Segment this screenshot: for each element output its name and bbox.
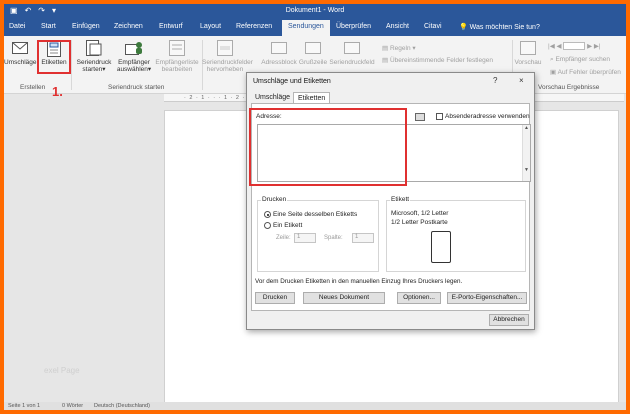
spalte-spinner[interactable]: 1 [352, 233, 374, 243]
page-count: Seite 1 von 1 [8, 403, 41, 409]
empfaenger-auswaehlen-button[interactable]: Empfänger auswählen▾ [114, 39, 154, 73]
zeile-spinner[interactable]: 1 [294, 233, 316, 243]
merge-field-icon [342, 39, 362, 57]
zeile-label: Zeile: [276, 235, 291, 241]
group-erstellen-label: Erstellen [20, 84, 46, 91]
tab-einfuegen[interactable]: Einfügen [72, 23, 100, 30]
tab-sendungen[interactable]: Sendungen [282, 20, 330, 36]
etikett-groupbox[interactable]: Etikett Microsoft, 1/2 Letter 1/2 Letter… [386, 196, 526, 272]
tab-ueberpruefen[interactable]: Überprüfen [336, 23, 371, 30]
label-preview-icon [431, 231, 451, 263]
tell-me-search[interactable]: 💡 Was möchten Sie tun? [459, 23, 540, 31]
tab-zeichnen[interactable]: Zeichnen [114, 23, 143, 30]
checkbox-icon [436, 113, 443, 120]
etikett-group-title: Etikett [390, 196, 411, 203]
vorschau-button[interactable]: Vorschau [512, 39, 544, 66]
help-button[interactable]: ? [493, 76, 497, 85]
address-book-icon[interactable] [415, 113, 425, 121]
ganze-seite-radio[interactable]: Eine Seite desselben Etiketts [264, 211, 357, 218]
preview-icon [518, 39, 538, 57]
recipients-icon [124, 39, 144, 57]
group-vorschau-label: Vorschau Ergebnisse [538, 84, 600, 91]
absenderadresse-checkbox[interactable]: Absenderadresse verwenden [436, 113, 530, 120]
auf-fehler-ueberpruefen-button[interactable]: ▣ Auf Fehler überprüfen [550, 68, 621, 76]
neues-dokument-button[interactable]: Neues Dokument [303, 292, 385, 304]
language-indicator[interactable]: Deutsch (Deutschland) [94, 403, 150, 409]
grusszeile-button[interactable]: Grußzeile [298, 39, 328, 66]
match-fields-icon: ▤ [382, 57, 389, 64]
window-title: Dokument1 - Word [285, 7, 345, 14]
group-seriendruck-label: Seriendruck starten [108, 84, 165, 91]
spalte-label: Spalte: [324, 235, 343, 241]
watermark: exel Page [44, 366, 80, 375]
tab-umschlaege[interactable]: Umschläge [255, 94, 290, 101]
lightbulb-icon: 💡 [459, 24, 468, 31]
tab-start[interactable]: Start [41, 23, 56, 30]
ribbon-tabs: Datei Start Einfügen Zeichnen Entwurf La… [4, 19, 626, 36]
envelope-icon [10, 39, 30, 57]
empfaengerliste-bearbeiten-button[interactable]: Empfängerliste bearbeiten [154, 39, 200, 73]
abbrechen-button[interactable]: Abbrechen [489, 314, 529, 326]
greeting-icon [303, 39, 323, 57]
tab-citavi[interactable]: Citavi [424, 23, 442, 30]
record-navigation[interactable]: |◀ ◀ ▶ ▶| [548, 42, 601, 51]
umschlaege-button[interactable]: Umschläge [4, 39, 37, 66]
printer-note: Vor dem Drucken Etiketten in den manuell… [255, 278, 463, 285]
etikett-description: Microsoft, 1/2 Letter 1/2 Letter Postkar… [391, 210, 449, 226]
seriendruckfelder-hervorheben-button[interactable]: Seriendruckfelder hervorheben [202, 39, 253, 73]
seriendruckfeld-einfuegen-button[interactable]: Seriendruckfeld [328, 39, 376, 66]
close-icon[interactable]: × [519, 76, 524, 85]
find-recipient-icon: ⌕ [550, 56, 554, 63]
radio-icon [264, 222, 271, 229]
tab-ansicht[interactable]: Ansicht [386, 23, 409, 30]
tab-referenzen[interactable]: Referenzen [236, 23, 272, 30]
eporto-button[interactable]: E-Porto-Eigenschaften... [447, 292, 527, 304]
check-errors-icon: ▣ [550, 69, 557, 76]
adressblock-button[interactable]: Adressblock [260, 39, 298, 66]
address-highlight [249, 108, 407, 186]
edit-list-icon [167, 39, 187, 57]
radio-selected-icon [264, 211, 271, 218]
optionen-button[interactable]: Optionen... [397, 292, 441, 304]
ein-etikett-radio[interactable]: Ein Etikett [264, 222, 302, 229]
drucken-button[interactable]: Drucken [255, 292, 295, 304]
rules-icon: ▤ [382, 45, 389, 52]
status-bar: Seite 1 von 1 0 Wörter Deutsch (Deutschl… [4, 402, 626, 410]
step-1-annotation: 1. [52, 84, 63, 99]
address-scrollbar[interactable]: ▲ ▼ [522, 125, 530, 181]
highlight-fields-icon [215, 39, 235, 57]
mail-merge-icon [84, 39, 104, 57]
etiketten-highlight [37, 40, 71, 74]
empfaenger-suchen-button[interactable]: ⌕ Empfänger suchen [550, 56, 610, 64]
dialog-title: Umschläge und Etiketten [253, 78, 331, 85]
drucken-groupbox: Drucken Eine Seite desselben Etiketts Ei… [257, 196, 379, 272]
word-window: ▣ ↶ ↷ ▾ Dokument1 - Word Datei Start Ein… [4, 4, 626, 410]
group-separator [71, 40, 72, 90]
tab-datei[interactable]: Datei [9, 23, 25, 30]
tab-layout[interactable]: Layout [200, 23, 221, 30]
seriendruck-starten-button[interactable]: Seriendruck starten▾ [74, 39, 114, 73]
felder-festlegen-button[interactable]: ▤ Übereinstimmende Felder festlegen [382, 56, 493, 64]
word-count: 0 Wörter [62, 403, 84, 409]
title-bar: ▣ ↶ ↷ ▾ Dokument1 - Word [4, 4, 626, 19]
tab-entwurf[interactable]: Entwurf [159, 23, 183, 30]
address-block-icon [269, 39, 289, 57]
regeln-button[interactable]: ▤ Regeln ▾ [382, 44, 416, 52]
drucken-group-title: Drucken [261, 196, 288, 203]
